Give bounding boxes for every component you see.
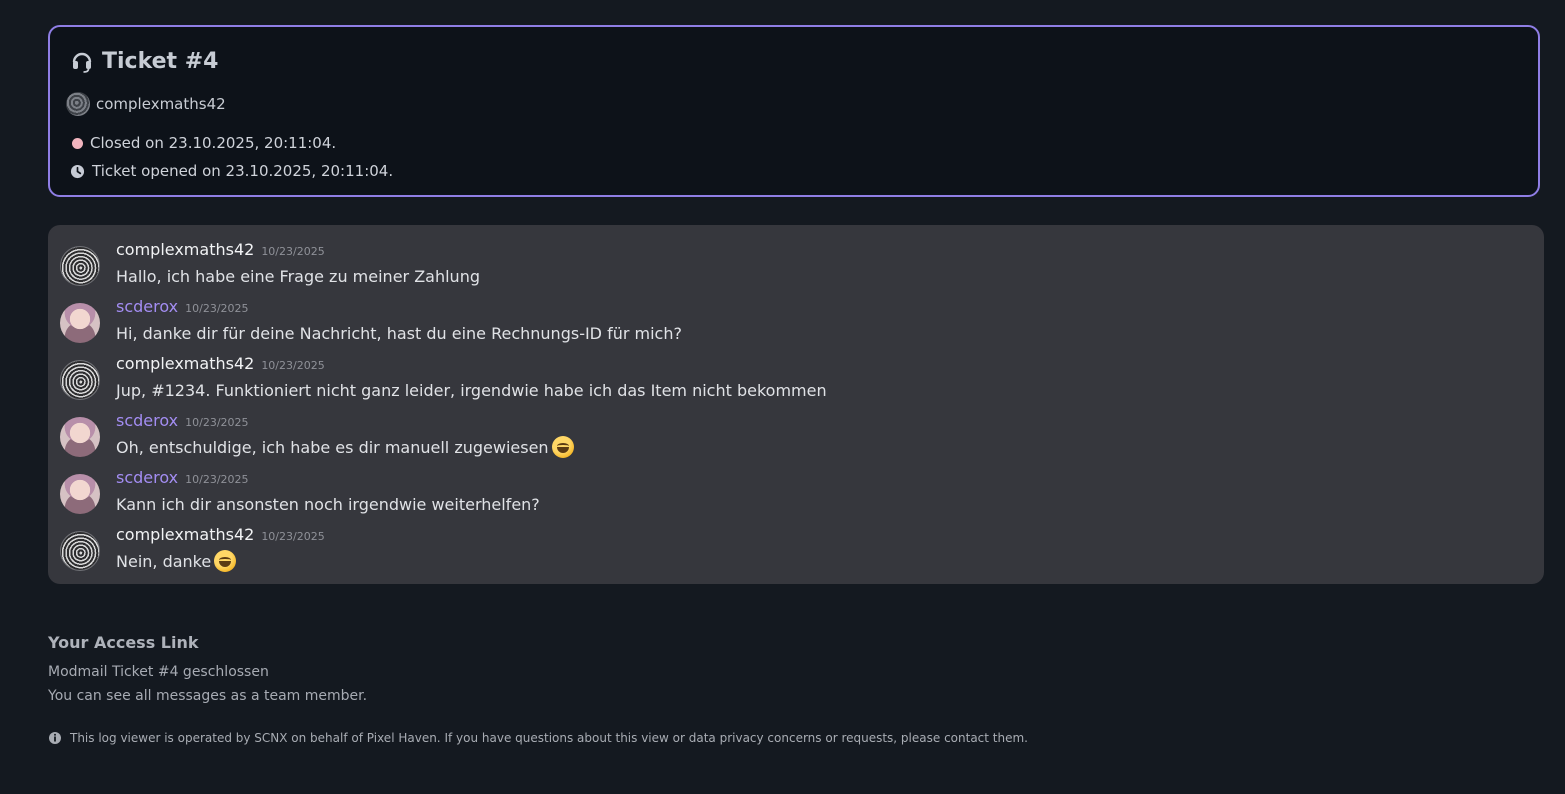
message-time: 10/23/2025 bbox=[185, 473, 249, 486]
grinning-face-icon bbox=[551, 436, 574, 458]
ticket-user-name: complexmaths42 bbox=[96, 95, 226, 113]
message-author: scderox bbox=[116, 297, 179, 316]
list-item: scderox 10/23/2025 Kann ich dir ansonste… bbox=[60, 468, 1520, 516]
ticket-status-text: Closed on 23.10.2025, 20:11:04. bbox=[90, 134, 337, 152]
headset-icon bbox=[72, 52, 92, 73]
message-text: Nein, danke bbox=[116, 549, 237, 573]
access-link-title: Your Access Link bbox=[48, 633, 199, 652]
info-icon bbox=[49, 732, 61, 744]
ticket-log-page: Ticket #4 complexmaths42 Closed on 23.10… bbox=[0, 0, 1565, 794]
message-text: Jup, #1234. Funktioniert nicht ganz leid… bbox=[116, 378, 827, 402]
ticket-title-text: Ticket #4 bbox=[102, 48, 219, 74]
avatar bbox=[60, 531, 100, 571]
message-content: Hallo, ich habe eine Frage zu meiner Zah… bbox=[116, 266, 480, 286]
footer-text: This log viewer is operated by SCNX on b… bbox=[70, 731, 1028, 745]
message-header: scderox 10/23/2025 bbox=[116, 297, 249, 319]
avatar bbox=[60, 474, 100, 514]
list-item: complexmaths42 10/23/2025 Nein, danke bbox=[60, 525, 1520, 573]
ticket-opened-text: Ticket opened on 23.10.2025, 20:11:04. bbox=[92, 162, 394, 180]
list-item: scderox 10/23/2025 Oh, entschuldige, ich… bbox=[60, 411, 1520, 459]
avatar bbox=[60, 417, 100, 457]
ticket-opened: Ticket opened on 23.10.2025, 20:11:04. bbox=[70, 159, 393, 183]
message-text: Hallo, ich habe eine Frage zu meiner Zah… bbox=[116, 264, 480, 288]
message-time: 10/23/2025 bbox=[261, 530, 325, 543]
message-list: complexmaths42 10/23/2025 Hallo, ich hab… bbox=[48, 225, 1544, 584]
message-content: Hi, danke dir für deine Nachricht, hast … bbox=[116, 323, 682, 343]
message-time: 10/23/2025 bbox=[185, 416, 249, 429]
message-time: 10/23/2025 bbox=[261, 359, 325, 372]
privacy-footer: This log viewer is operated by SCNX on b… bbox=[48, 731, 1028, 745]
message-content: Kann ich dir ansonsten noch irgendwie we… bbox=[116, 494, 540, 514]
message-text: Hi, danke dir für deine Nachricht, hast … bbox=[116, 321, 682, 345]
avatar bbox=[60, 360, 100, 400]
ticket-user: complexmaths42 bbox=[66, 91, 226, 117]
message-author: complexmaths42 bbox=[116, 525, 255, 544]
avatar bbox=[60, 246, 100, 286]
message-content: Jup, #1234. Funktioniert nicht ganz leid… bbox=[116, 380, 827, 400]
message-text: Oh, entschuldige, ich habe es dir manuel… bbox=[116, 435, 574, 459]
message-header: complexmaths42 10/23/2025 bbox=[116, 240, 325, 262]
ticket-status: Closed on 23.10.2025, 20:11:04. bbox=[70, 131, 336, 155]
access-link-status: Modmail Ticket #4 geschlossen bbox=[48, 664, 269, 680]
ticket-summary-card: Ticket #4 complexmaths42 Closed on 23.10… bbox=[48, 25, 1540, 197]
clock-icon bbox=[70, 164, 85, 178]
message-author: scderox bbox=[116, 411, 179, 430]
message-header: complexmaths42 10/23/2025 bbox=[116, 354, 325, 376]
message-author: scderox bbox=[116, 468, 179, 487]
grinning-face-icon bbox=[214, 550, 237, 572]
message-author: complexmaths42 bbox=[116, 354, 255, 373]
message-header: scderox 10/23/2025 bbox=[116, 411, 249, 433]
message-header: complexmaths42 10/23/2025 bbox=[116, 525, 325, 547]
message-author: complexmaths42 bbox=[116, 240, 255, 259]
access-link-note: You can see all messages as a team membe… bbox=[48, 688, 368, 704]
message-time: 10/23/2025 bbox=[261, 245, 325, 258]
list-item: scderox 10/23/2025 Hi, danke dir für dei… bbox=[60, 297, 1520, 345]
message-content: Nein, danke bbox=[116, 551, 212, 571]
list-item: complexmaths42 10/23/2025 Hallo, ich hab… bbox=[60, 240, 1520, 288]
message-time: 10/23/2025 bbox=[185, 302, 249, 315]
message-content: Oh, entschuldige, ich habe es dir manuel… bbox=[116, 437, 549, 457]
avatar bbox=[60, 303, 100, 343]
avatar bbox=[66, 92, 90, 116]
message-header: scderox 10/23/2025 bbox=[116, 468, 249, 490]
message-text: Kann ich dir ansonsten noch irgendwie we… bbox=[116, 492, 540, 516]
list-item: complexmaths42 10/23/2025 Jup, #1234. Fu… bbox=[60, 354, 1520, 402]
ticket-title: Ticket #4 bbox=[70, 46, 218, 76]
closed-status-dot-icon bbox=[72, 137, 83, 149]
